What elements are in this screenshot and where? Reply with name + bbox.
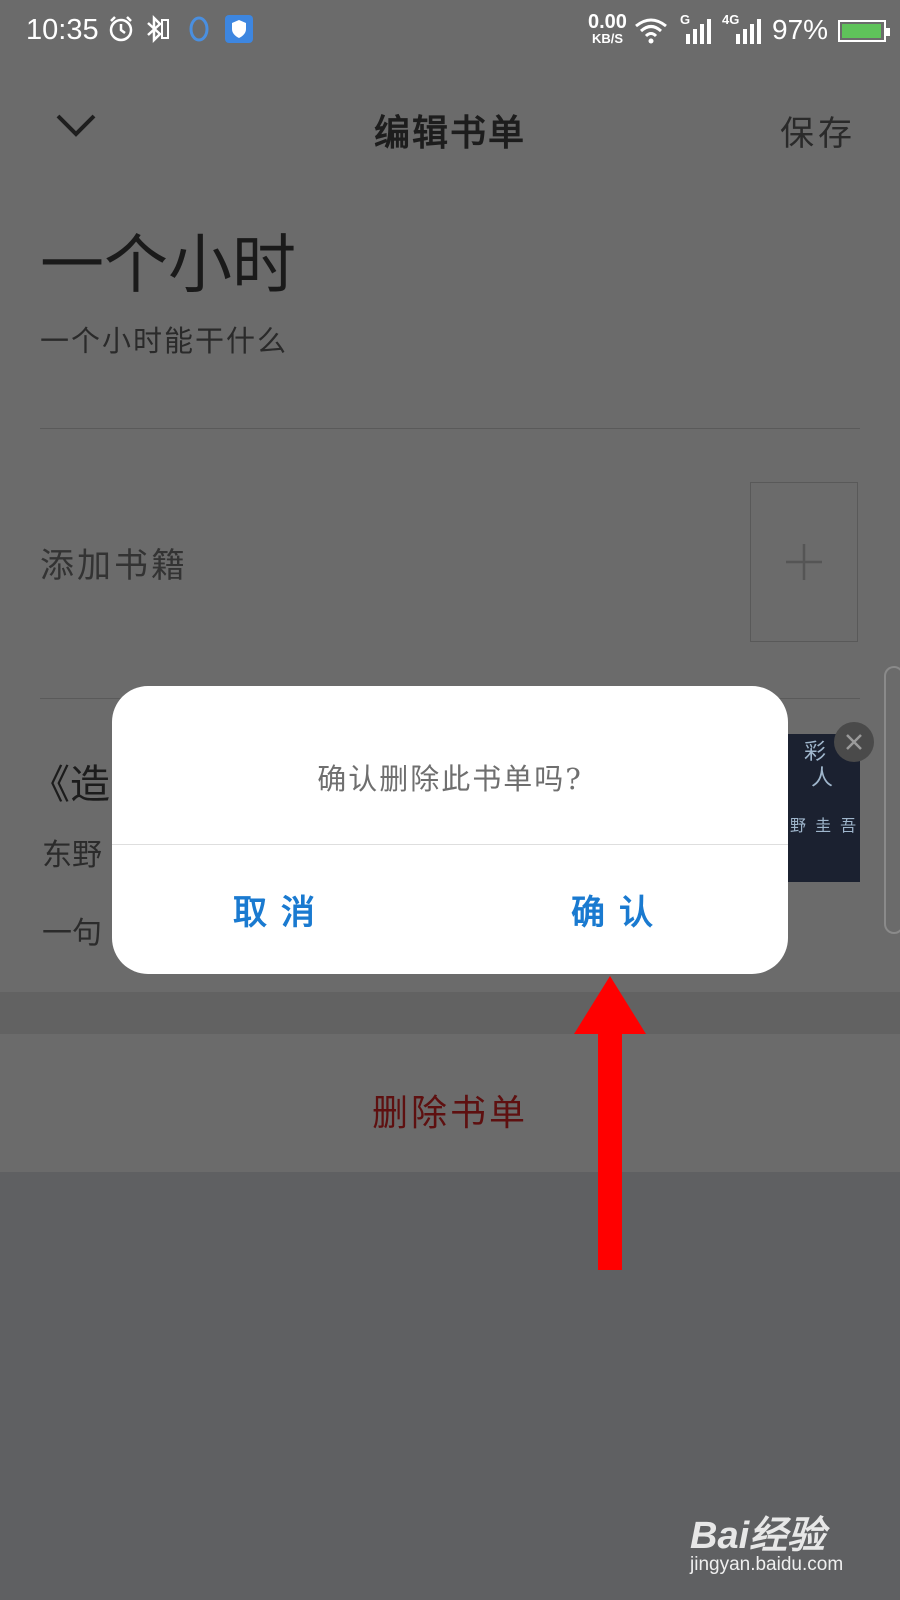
section-gap: [0, 992, 900, 1034]
close-icon: [846, 734, 862, 750]
signal-4g-icon: [736, 19, 761, 44]
edit-booklist-screen: 10:35 0.00 KB/S G 4G 97% 编辑书单 保存 一个小时 一个…: [0, 0, 900, 1600]
annotation-arrow-icon: [574, 976, 646, 1270]
save-button[interactable]: 保存: [780, 106, 856, 155]
net-speed-unit: KB/S: [591, 31, 623, 46]
add-book-button[interactable]: [750, 482, 858, 642]
signal-icon: [686, 19, 711, 44]
wifi-icon: [635, 18, 667, 44]
scroll-handle[interactable]: [884, 666, 900, 934]
net-speed: 0.00 KB/S: [588, 12, 627, 46]
battery-percent: 97%: [772, 14, 829, 45]
plus-icon: [786, 544, 822, 580]
book-note: 一句: [42, 916, 102, 951]
remove-book-button[interactable]: [834, 722, 874, 762]
shield-icon: [225, 15, 253, 43]
net-speed-value: 0.00: [588, 11, 627, 33]
cover-author: 野 圭 吾: [790, 816, 859, 835]
confirm-dialog: 确认删除此书单吗? 取消 确认: [112, 686, 788, 974]
book-author: 东野: [42, 838, 102, 873]
dialog-confirm-button[interactable]: 确认: [450, 845, 788, 974]
alarm-icon: [109, 16, 133, 42]
dialog-message: 确认删除此书单吗?: [317, 762, 583, 796]
battery-fill: [842, 24, 881, 38]
sync-icon: [189, 16, 209, 42]
watermark: Bai经验 jingyan.baidu.com: [690, 1504, 890, 1594]
booklist-name-field[interactable]: 一个小时: [40, 214, 296, 306]
booklist-description-field[interactable]: 一个小时能干什么: [40, 318, 288, 360]
watermark-logo: Bai经验: [690, 1515, 826, 1557]
delete-booklist-button[interactable]: 删除书单: [0, 1084, 900, 1136]
bluetooth-icon: [147, 14, 169, 44]
divider: [40, 428, 860, 429]
cover-title: 彩 人: [804, 740, 833, 791]
status-time: 10:35: [26, 14, 99, 46]
page-title: 编辑书单: [373, 112, 526, 154]
dialog-cancel-button[interactable]: 取消: [112, 845, 450, 974]
battery-icon: [838, 20, 890, 42]
watermark-url: jingyan.baidu.com: [690, 1554, 844, 1575]
battery-tip: [886, 28, 890, 36]
status-bar: 10:35 0.00 KB/S G 4G 97%: [0, 0, 900, 64]
add-books-label: 添加书籍: [40, 546, 188, 586]
book-title: 《造: [30, 762, 110, 808]
